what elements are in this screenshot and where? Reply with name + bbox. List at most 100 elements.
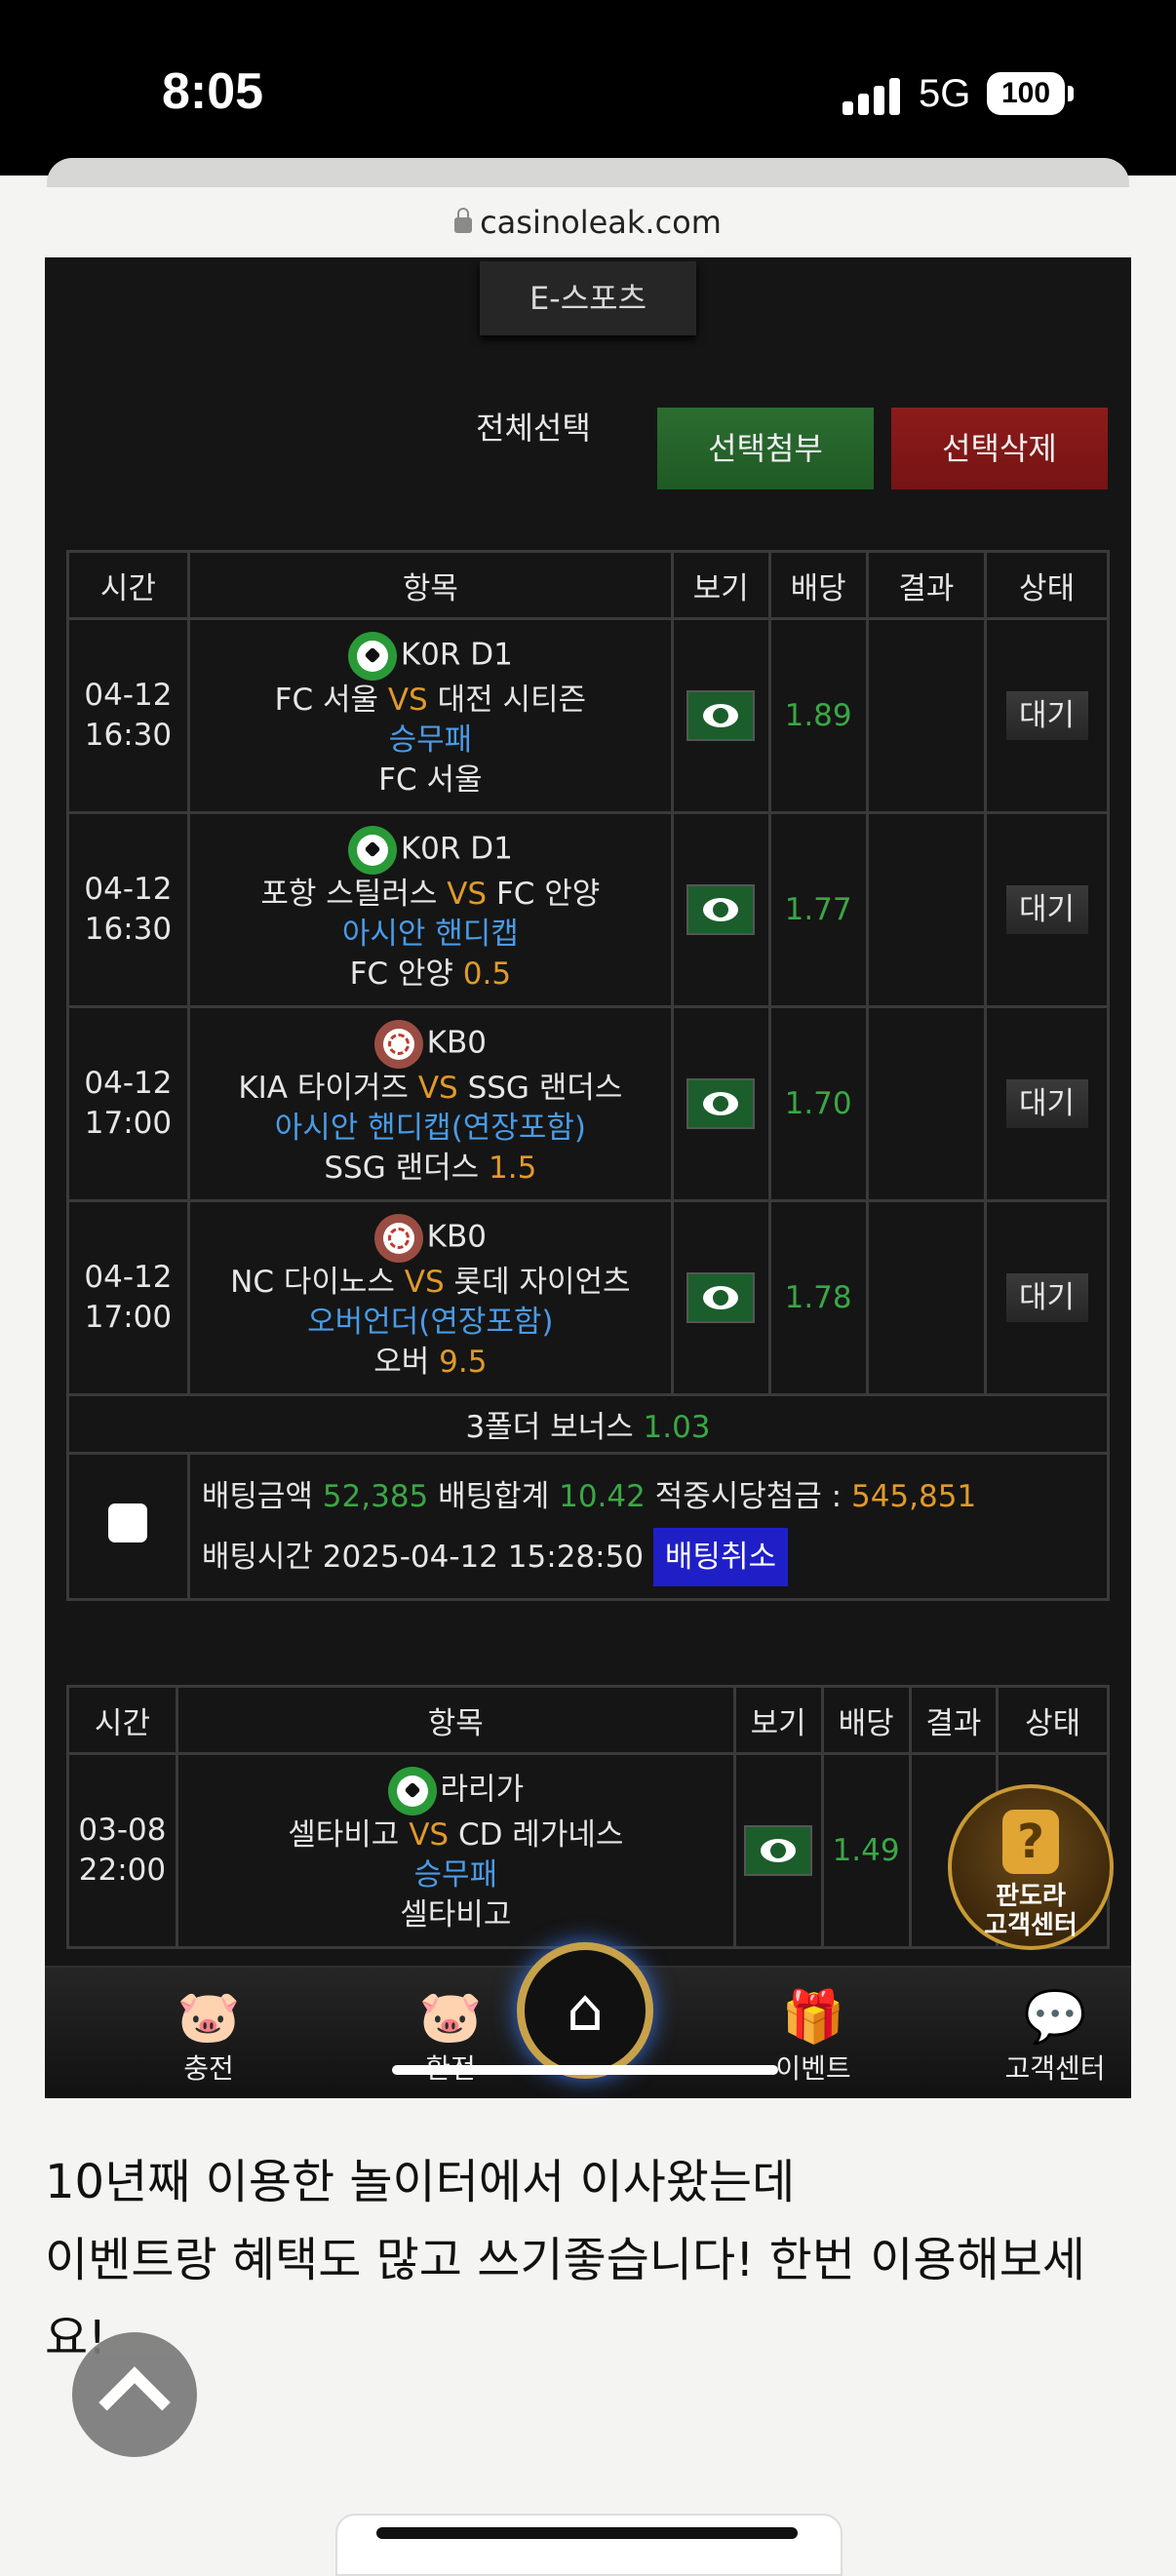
pick: 셀타비고 <box>400 1896 512 1932</box>
header-view: 보기 <box>670 550 771 620</box>
address-bar[interactable]: casinoleak.com <box>0 187 1176 257</box>
support-center-badge[interactable]: ? 판도라 고객센터 <box>948 1784 1114 1950</box>
bet-summary: 배팅금액 52,385 배팅합계 10.42 적중시당첨금 : 545,851 … <box>186 1452 1111 1601</box>
header-result: 결과 <box>865 550 988 620</box>
delete-selected-button[interactable]: 선택삭제 <box>891 408 1108 489</box>
vs-label: VS <box>417 1070 458 1106</box>
vs-label: VS <box>404 1264 445 1300</box>
bet-date: 03-08 <box>78 1813 167 1848</box>
cancel-bet-button[interactable]: 배팅취소 <box>652 1527 788 1586</box>
home-button[interactable]: ⌂ <box>517 1942 653 2079</box>
league: K0R D1 <box>400 637 513 672</box>
home-team: 셀타비고 <box>288 1816 400 1853</box>
baseball-icon <box>373 1019 423 1069</box>
home-team: NC 다이노스 <box>230 1264 395 1300</box>
market: 승무패 <box>388 722 473 758</box>
status-badge: 대기 <box>1005 1079 1088 1128</box>
baseball-icon <box>373 1213 423 1263</box>
total-label: 배팅합계 <box>438 1478 550 1514</box>
odds-value: 1.70 <box>767 1005 869 1202</box>
folder-bonus-row: 3폴더 보너스 1.03 <box>66 1393 1110 1455</box>
attach-selected-button[interactable]: 선택첨부 <box>657 408 874 489</box>
nav-charge[interactable]: 🐷 충전 <box>121 1987 296 2087</box>
nav-support[interactable]: 💬 고객센터 <box>967 1987 1131 2087</box>
away-team: 롯데 자이언츠 <box>453 1264 631 1300</box>
scroll-top-button[interactable] <box>72 2332 197 2457</box>
bet-date: 04-12 <box>84 872 173 907</box>
home-team: 포항 스틸러스 <box>260 876 438 912</box>
piggy-minus-icon: 🐷 <box>418 1988 483 2047</box>
away-team: FC 안양 <box>495 876 601 912</box>
pick: 오버 <box>373 1344 430 1380</box>
header-odds: 배당 <box>767 550 869 620</box>
eye-icon[interactable] <box>686 1078 756 1129</box>
status-badge: 대기 <box>1005 1273 1088 1322</box>
bottom-toolbar-peek <box>335 2514 843 2576</box>
handicap-line: 9.5 <box>439 1344 488 1380</box>
select-all-label[interactable]: 전체선택 <box>476 404 591 449</box>
result-cell <box>865 1005 988 1202</box>
header-item: 항목 <box>186 550 674 620</box>
bet-date: 04-12 <box>84 1260 173 1295</box>
vs-label: VS <box>409 1816 450 1853</box>
home-team: KIA 타이거즈 <box>238 1070 409 1106</box>
gift-icon: 🎁 <box>781 1988 845 2047</box>
table-row: 04-12 17:00 KB0 NC 다이노스 VS 롯데 자이언츠 오버언더(연… <box>66 1199 1110 1396</box>
pick: SSG 랜더스 <box>324 1150 480 1186</box>
bet-select-checkbox[interactable] <box>108 1503 148 1542</box>
eye-icon[interactable] <box>686 884 756 935</box>
market: 오버언더(연장포함) <box>307 1304 554 1340</box>
lock-icon <box>454 208 473 233</box>
eye-icon[interactable] <box>744 1825 813 1876</box>
league: K0R D1 <box>400 831 513 866</box>
piggy-plus-icon: 🐷 <box>176 1988 241 2047</box>
bet-slip-table: 시간 항목 보기 배당 결과 상태 04-12 16:30 K0R D1 FC 서… <box>66 550 1111 1601</box>
article-text: 10년째 이용한 놀이터에서 이사왔는데 이벤트랑 혜택도 많고 쓰기좋습니다!… <box>45 2143 1127 2377</box>
league: KB0 <box>426 1025 487 1060</box>
bet-time-label: 배팅시간 <box>201 1539 313 1575</box>
table-row: 04-12 16:30 K0R D1 FC 서울 VS 대전 시티즌 승무패 FC… <box>66 617 1110 814</box>
league: 라리가 <box>440 1772 525 1807</box>
header-status: 상태 <box>984 550 1110 620</box>
nav-charge-label: 충전 <box>183 2052 234 2085</box>
article-line: 10년째 이용한 놀이터에서 이사왔는데 <box>45 2155 796 2209</box>
total-odds: 10.42 <box>559 1478 646 1514</box>
chat-icon: 💬 <box>1023 1988 1087 2047</box>
vs-label: VS <box>447 876 488 912</box>
home-indicator <box>392 2065 778 2075</box>
bet-time: 17:00 <box>84 1300 173 1335</box>
bet-time: 22:00 <box>78 1853 167 1888</box>
signal-icon <box>843 76 901 115</box>
away-team: 대전 시티즌 <box>437 682 587 718</box>
league: KB0 <box>426 1219 487 1254</box>
soccer-icon <box>387 1766 437 1815</box>
tab-esports[interactable]: E-스포츠 <box>480 261 696 335</box>
handicap-line: 0.5 <box>462 956 512 992</box>
payout-label: 적중시당첨금 : <box>654 1478 843 1514</box>
bet-time: 16:30 <box>84 718 173 753</box>
odds-value: 1.78 <box>767 1199 869 1396</box>
odds-value: 1.89 <box>767 617 869 814</box>
bonus-value: 1.03 <box>643 1410 711 1445</box>
result-cell <box>865 1199 988 1396</box>
question-icon: ? <box>1002 1810 1059 1874</box>
result-cell <box>865 811 988 1008</box>
bet-date: 04-12 <box>84 1066 173 1101</box>
odds-value: 1.77 <box>767 811 869 1008</box>
payout-amount: 545,851 <box>850 1478 977 1514</box>
eye-icon[interactable] <box>686 1272 756 1323</box>
status-badge: 대기 <box>1005 885 1088 934</box>
bet-amount: 52,385 <box>322 1478 429 1514</box>
battery-icon: 100 <box>987 72 1074 115</box>
bet-time: 17:00 <box>84 1106 173 1141</box>
away-team: SSG 랜더스 <box>467 1070 623 1106</box>
nav-support-label: 고객센터 <box>1004 2052 1106 2085</box>
eye-icon[interactable] <box>686 690 756 741</box>
header-status: 상태 <box>996 1685 1110 1755</box>
soccer-icon <box>347 631 397 681</box>
home-team: FC 서울 <box>274 682 378 718</box>
header-item: 항목 <box>175 1685 736 1755</box>
network-type: 5G <box>919 72 971 115</box>
header-result: 결과 <box>908 1685 1000 1755</box>
badge-brand: 판도라 <box>996 1882 1066 1911</box>
